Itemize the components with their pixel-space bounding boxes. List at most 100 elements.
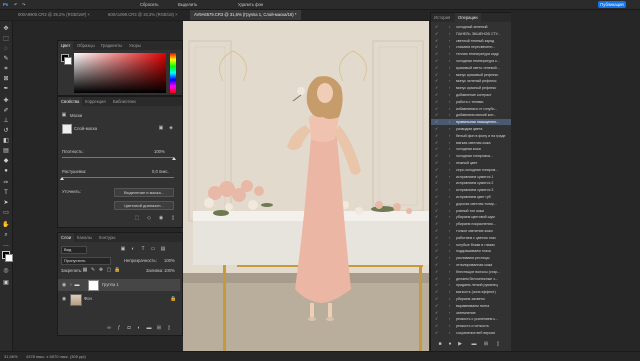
dialog-toggle-box[interactable] <box>442 38 447 44</box>
tab-actions[interactable]: Операции <box>455 13 481 22</box>
adjustment-layer-icon[interactable]: ◐ <box>136 325 142 331</box>
check-icon[interactable]: ✓ <box>435 297 439 301</box>
check-icon[interactable]: ✓ <box>435 38 439 43</box>
brush-tool-icon[interactable]: ✐ <box>2 107 10 115</box>
check-icon[interactable]: ✓ <box>435 52 439 56</box>
dialog-toggle-box[interactable] <box>442 31 447 37</box>
action-item[interactable]: ✓ › исправляем сумятся 3 <box>431 187 511 193</box>
chevron-right-icon[interactable]: › <box>449 72 450 78</box>
action-item[interactable]: ✓ › добавляем мягкий кон... <box>431 112 511 118</box>
action-item[interactable]: ✓ › мягкость (зона эффект) <box>431 289 511 295</box>
dialog-toggle-box[interactable] <box>442 262 447 268</box>
chevron-right-icon[interactable]: › <box>449 44 450 50</box>
dialog-toggle-box[interactable] <box>442 221 447 227</box>
select-and-mask-button[interactable]: Выделение и маска... <box>114 188 174 197</box>
lock-transparent-icon[interactable]: ▦ <box>82 267 88 273</box>
check-icon[interactable]: ✓ <box>435 215 439 219</box>
feather-slider-thumb[interactable] <box>60 177 64 180</box>
chevron-right-icon[interactable]: › <box>449 235 450 241</box>
new-layer-icon[interactable]: ⊞ <box>156 325 162 331</box>
check-icon[interactable]: ✓ <box>435 86 439 90</box>
new-group-icon[interactable]: ▬ <box>146 325 152 331</box>
action-item[interactable]: ✓ › сохранение веб версии <box>431 330 511 336</box>
tab-channels[interactable]: Каналы <box>74 233 95 242</box>
action-item[interactable]: ✓ › избавляемся от голубо... <box>431 106 511 112</box>
check-icon[interactable]: ✓ <box>435 59 439 63</box>
feather-slider-track[interactable] <box>62 177 174 178</box>
quick-mask-icon[interactable]: ◎ <box>2 267 10 275</box>
chevron-right-icon[interactable]: › <box>449 153 450 159</box>
check-icon[interactable]: ✓ <box>435 324 439 328</box>
dialog-toggle-box[interactable] <box>442 72 447 78</box>
dialog-toggle-box[interactable] <box>442 255 447 261</box>
chevron-right-icon[interactable]: › <box>449 323 450 329</box>
density-slider-track[interactable] <box>62 157 174 158</box>
dialog-toggle-box[interactable] <box>442 296 447 302</box>
check-icon[interactable]: ✓ <box>435 303 439 308</box>
dialog-toggle-box[interactable] <box>442 24 447 30</box>
layer-name[interactable]: Фон <box>84 296 92 301</box>
action-item[interactable]: ✓ › убираем цветовой шум <box>431 214 511 220</box>
chevron-right-icon[interactable]: › <box>449 208 450 214</box>
chevron-right-icon[interactable]: › <box>449 248 450 254</box>
healing-tool-icon[interactable]: ✚ <box>2 97 10 105</box>
type-tool-icon[interactable]: T <box>2 189 10 197</box>
layer-mask-thumbnail[interactable] <box>62 124 72 134</box>
check-icon[interactable]: ✓ <box>435 167 439 172</box>
delete-icon[interactable]: ▯ <box>170 215 176 221</box>
dialog-toggle-box[interactable] <box>442 167 447 173</box>
dialog-toggle-box[interactable] <box>442 201 447 207</box>
lock-all-icon[interactable]: 🔒 <box>114 267 120 273</box>
dialog-toggle-box[interactable] <box>442 316 447 322</box>
action-item[interactable]: ✓ › работаем с цветом глаз <box>431 235 511 241</box>
lasso-tool-icon[interactable]: ◌ <box>2 45 10 53</box>
action-item[interactable]: ✓ › белый фон в фону и на граде <box>431 133 511 139</box>
fill-value[interactable]: 100% <box>164 268 175 273</box>
chevron-right-icon[interactable]: › <box>449 119 450 125</box>
tab-document-1[interactable]: 000A9900.CR3 @ 29,2% (RGB/16#) × <box>14 10 94 20</box>
check-icon[interactable]: ✓ <box>435 72 439 77</box>
chevron-right-icon[interactable]: › <box>449 289 450 295</box>
action-item[interactable]: ✓ › холодная кожа <box>431 146 511 152</box>
check-icon[interactable]: ✓ <box>435 331 439 335</box>
check-icon[interactable]: ✓ <box>435 113 439 117</box>
check-icon[interactable]: ✓ <box>435 181 439 185</box>
action-item[interactable]: ✓ › резкость и четкость <box>431 323 511 329</box>
chevron-right-icon[interactable]: › <box>449 269 450 275</box>
tab-color[interactable]: Цвет <box>58 41 74 50</box>
check-icon[interactable]: ✓ <box>435 229 439 233</box>
dialog-toggle-box[interactable] <box>442 99 447 105</box>
chevron-right-icon[interactable]: › <box>449 85 450 91</box>
check-icon[interactable]: ✓ <box>435 269 439 274</box>
check-icon[interactable]: ✓ <box>435 174 439 179</box>
dialog-toggle-box[interactable] <box>442 174 447 180</box>
tab-history[interactable]: История <box>431 13 453 22</box>
check-icon[interactable]: ✓ <box>435 161 439 165</box>
layer-mask-thumbnail[interactable] <box>88 280 99 291</box>
hand-tool-icon[interactable]: ✋ <box>2 221 10 229</box>
screen-mode-icon[interactable]: ▣ <box>2 279 10 287</box>
chevron-right-icon[interactable]: › <box>449 201 450 207</box>
check-icon[interactable]: ✓ <box>435 25 439 29</box>
action-item[interactable]: ✓ › спасаем пересвеченн... <box>431 44 511 50</box>
move-tool-icon[interactable]: ✥ <box>2 25 10 33</box>
check-icon[interactable]: ✓ <box>435 188 439 192</box>
check-icon[interactable]: ✓ <box>435 263 439 267</box>
action-item[interactable]: ✓ › светлый темный заряд <box>431 38 511 44</box>
feather-value[interactable]: 0,0 пикс. <box>152 169 169 174</box>
check-icon[interactable]: ✓ <box>435 31 439 36</box>
tab-gradients[interactable]: Градиенты <box>98 41 125 50</box>
filter-smart-icon[interactable]: ▤ <box>160 246 166 252</box>
tab-layers[interactable]: Слои <box>58 233 75 242</box>
action-item[interactable]: ✓ › затемнение <box>431 310 511 316</box>
color-picker-field[interactable] <box>74 53 166 93</box>
stop-icon[interactable]: ■ <box>437 341 443 347</box>
undo-icon[interactable]: ↶ <box>14 2 18 7</box>
check-icon[interactable]: ✓ <box>435 290 439 294</box>
chevron-right-icon[interactable]: › <box>449 58 450 64</box>
density-value[interactable]: 100% <box>154 149 165 154</box>
pixel-mask-icon[interactable]: ▣ <box>158 125 164 131</box>
dialog-toggle-box[interactable] <box>442 208 447 214</box>
check-icon[interactable]: ✓ <box>435 235 439 240</box>
chevron-right-icon[interactable]: › <box>449 167 450 173</box>
